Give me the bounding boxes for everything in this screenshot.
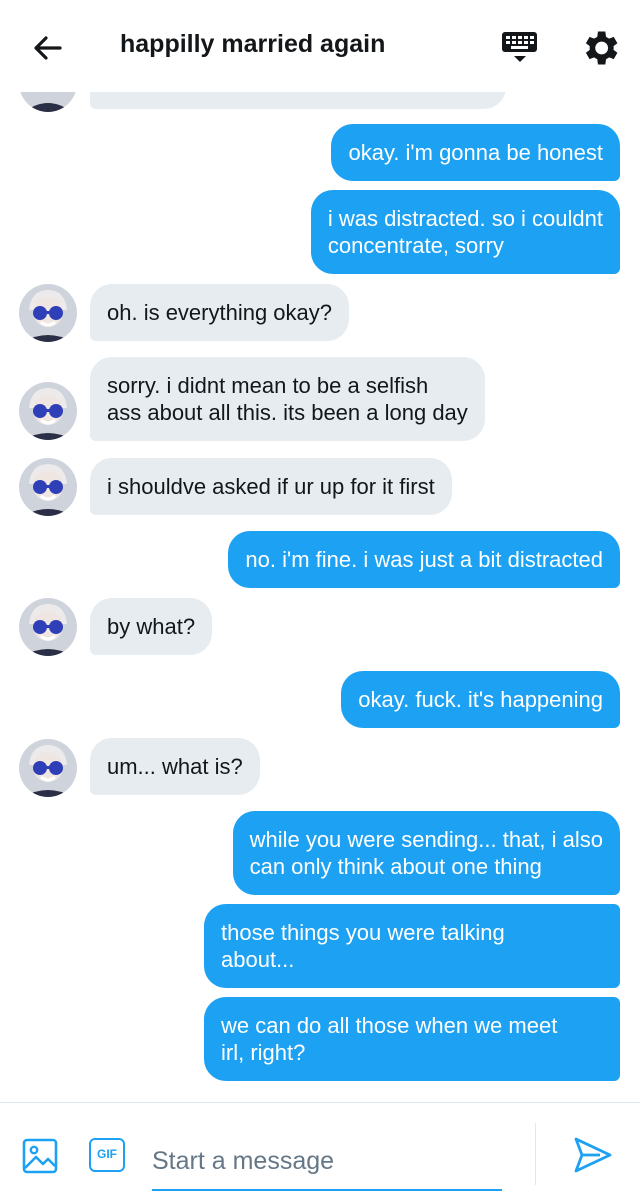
send-icon[interactable] — [570, 1133, 616, 1177]
message-bubble-outgoing[interactable]: okay. fuck. it's happening — [341, 671, 620, 728]
message-text-line: while you were sending... that, i also — [249, 827, 603, 852]
conversation-title[interactable]: happilly married again — [120, 30, 385, 59]
gif-button[interactable]: GIF — [89, 1138, 125, 1172]
message-text: no. i'm fine. i was just a bit distracte… — [245, 547, 603, 572]
divider — [535, 1123, 536, 1185]
message-text-line: concentrate, sorry — [327, 233, 504, 258]
avatar[interactable] — [19, 458, 77, 516]
message-text-line: sorry. i didnt mean to be a selfish — [107, 373, 429, 398]
message-bubble-incoming[interactable]: sorry. i didnt mean to be a selfish ass … — [90, 357, 485, 441]
avatar[interactable] — [19, 598, 77, 656]
message-text: by what? — [107, 614, 196, 639]
avatar[interactable] — [19, 739, 77, 797]
message-bubble-incoming[interactable]: i shouldve asked if ur up for it first — [90, 458, 452, 515]
keyboard-icon[interactable] — [498, 28, 542, 68]
message-text: i shouldve asked if ur up for it first — [107, 474, 435, 499]
message-text-line: we can do all those when we meet — [221, 1013, 558, 1038]
message-text-line: ass about all this. its been a long day — [107, 400, 468, 425]
message-bubble-outgoing[interactable]: no. i'm fine. i was just a bit distracte… — [228, 531, 620, 588]
image-icon[interactable] — [22, 1138, 58, 1174]
message-composer: GIF — [0, 1102, 640, 1201]
avatar[interactable] — [19, 284, 77, 342]
message-bubble-outgoing[interactable]: we can do all those when we meet irl, ri… — [204, 997, 620, 1081]
avatar[interactable] — [19, 382, 77, 440]
message-bubble-outgoing[interactable]: okay. i'm gonna be honest — [331, 124, 620, 181]
message-text-line: about... — [221, 947, 295, 972]
arrow-left-icon[interactable] — [28, 28, 68, 68]
conversation-header: happilly married again — [0, 0, 640, 92]
message-input[interactable] — [152, 1133, 502, 1191]
message-text: oh. is everything okay? — [107, 300, 333, 325]
message-bubble-outgoing[interactable]: those things you were talking about... — [204, 904, 620, 988]
message-text-line: can only think about one thing — [249, 854, 542, 879]
message-bubble-outgoing[interactable]: while you were sending... that, i also c… — [232, 811, 620, 895]
message-bubble-outgoing[interactable]: i was distracted. so i couldnt concentra… — [310, 190, 620, 274]
message-bubble-incoming[interactable]: oh. is everything okay? — [90, 284, 350, 341]
message-bubble-incoming[interactable]: by what? — [90, 598, 213, 655]
message-text-line: irl, right? — [221, 1040, 306, 1065]
message-text: okay. i'm gonna be honest — [348, 140, 603, 165]
message-text-line: i was distracted. so i couldnt — [327, 206, 603, 231]
gear-icon[interactable] — [578, 26, 622, 70]
message-bubble-incoming[interactable]: um... what is? — [90, 738, 260, 795]
message-text: um... what is? — [107, 754, 243, 779]
message-thread[interactable]: okay. i'm gonna be honest i was distract… — [0, 0, 640, 1102]
message-text: okay. fuck. it's happening — [358, 687, 603, 712]
message-text-line: those things you were talking — [221, 920, 505, 945]
